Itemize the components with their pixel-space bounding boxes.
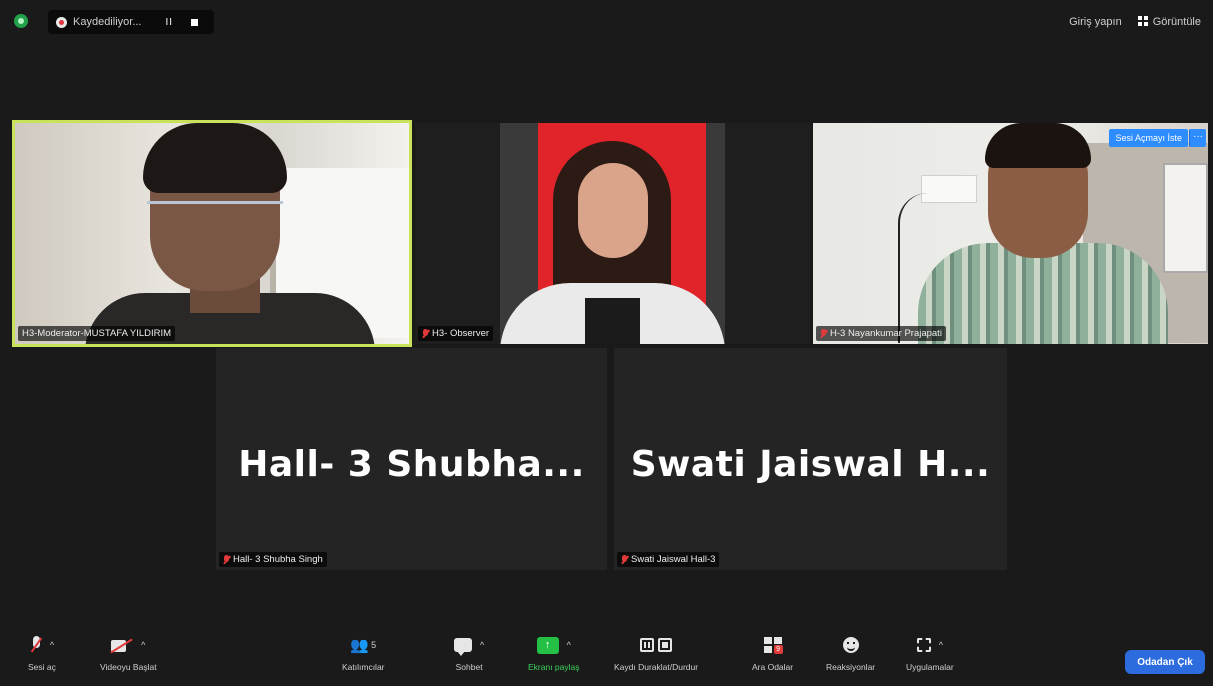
more-options-button[interactable]: ···: [1189, 129, 1206, 147]
chat-options-caret[interactable]: ^: [480, 640, 484, 650]
share-screen-button[interactable]: ↑ ^ Ekranı paylaş: [528, 634, 580, 672]
meeting-toolbar: ^ Sesi aç ^ Videoyu Başlat 👥 5 Katılımcıl…: [0, 630, 1213, 686]
ask-to-unmute-button[interactable]: Sesi Açmayı İste: [1109, 129, 1188, 147]
video-tile-observer[interactable]: H3- Observer: [415, 123, 810, 344]
reactions-label: Reaksiyonlar: [826, 662, 876, 672]
pause-icon: [640, 638, 655, 652]
participants-button[interactable]: 👥 5 Katılımcılar: [342, 634, 385, 672]
apps-options-caret[interactable]: ^: [939, 640, 943, 650]
audio-options-caret[interactable]: ^: [50, 640, 54, 650]
mic-muted-icon: [621, 554, 628, 565]
apps-label: Uygulamalar: [906, 662, 954, 672]
participant-name-tag: H-3 Nayankumar Prajapati: [816, 326, 946, 341]
apps-button[interactable]: ^ Uygulamalar: [906, 634, 954, 672]
record-icon: [56, 16, 67, 28]
mic-muted-icon: [422, 328, 429, 339]
view-label: Görüntüle: [1152, 16, 1201, 28]
participant-name-tag: Hall- 3 Shubha Singh: [219, 552, 327, 567]
share-screen-icon: ↑: [536, 636, 559, 654]
video-tile-shubha[interactable]: Hall- 3 Shubha... Hall- 3 Shubha Singh: [216, 348, 607, 570]
participant-name-tag: H3-Moderator-MUSTAFA YILDIRIM: [18, 326, 176, 341]
stop-recording-button[interactable]: [191, 18, 199, 26]
top-bar: Kaydediliyor... II Giriş yapın Görüntüle: [0, 0, 1213, 46]
participant-name-tag: Swati Jaiswal Hall-3: [617, 552, 720, 567]
recording-indicator: Kaydediliyor... II: [48, 10, 214, 34]
participant-name: H3-Moderator-MUSTAFA YILDIRIM: [22, 328, 172, 339]
mic-muted-icon: [223, 554, 230, 565]
record-control-label: Kaydı Duraklat/Durdur: [614, 662, 699, 672]
breakout-rooms-button[interactable]: Ara Odalar: [752, 634, 793, 672]
chat-button[interactable]: ^ Sohbet: [454, 634, 484, 672]
video-off-icon: [111, 638, 133, 653]
participant-name-tag: H3- Observer: [418, 326, 494, 341]
unmute-button[interactable]: ^ Sesi aç: [28, 634, 56, 672]
chat-label: Sohbet: [455, 662, 483, 672]
chat-icon: [454, 638, 472, 656]
sign-in-link[interactable]: Giriş yapın: [1069, 16, 1122, 28]
participants-count: 5: [371, 640, 377, 650]
participant-name: H3- Observer: [432, 328, 490, 339]
pause-recording-button[interactable]: II: [165, 17, 173, 28]
participants-icon: 👥: [350, 637, 370, 654]
unmute-label: Sesi aç: [28, 662, 56, 672]
participant-name: Hall- 3 Shubha Singh: [233, 554, 323, 565]
share-screen-label: Ekranı paylaş: [528, 662, 580, 672]
reactions-icon: [842, 637, 859, 653]
video-tile-moderator[interactable]: H3-Moderator-MUSTAFA YILDIRIM: [12, 120, 412, 347]
video-tile-swati[interactable]: Swati Jaiswal H... Swati Jaiswal Hall-3: [614, 348, 1007, 570]
security-shield-icon[interactable]: [14, 14, 28, 28]
breakout-rooms-label: Ara Odalar: [752, 662, 794, 672]
leave-room-button[interactable]: Odadan Çık: [1125, 650, 1205, 674]
participant-display-name: Swati Jaiswal H...: [630, 444, 991, 485]
video-options-caret[interactable]: ^: [141, 640, 145, 650]
participants-label: Katılımcılar: [342, 662, 385, 672]
participant-display-name: Hall- 3 Shubha...: [238, 444, 585, 485]
microphone-muted-icon: [30, 636, 42, 654]
view-button[interactable]: Görüntüle: [1137, 16, 1201, 28]
share-options-caret[interactable]: ^: [567, 640, 571, 650]
apps-icon: [916, 638, 931, 652]
reactions-button[interactable]: Reaksiyonlar: [826, 634, 875, 672]
participant-name: Swati Jaiswal Hall-3: [631, 554, 716, 565]
breakout-rooms-icon: [763, 637, 783, 654]
grid-view-icon: [1137, 16, 1148, 26]
stop-icon: [658, 638, 673, 652]
participant-name: H-3 Nayankumar Prajapati: [830, 328, 942, 339]
start-video-label: Videoyu Başlat: [100, 662, 157, 672]
video-tile-nayankumar[interactable]: Sesi Açmayı İste ··· H-3 Nayankumar Praj…: [813, 123, 1208, 344]
mic-muted-icon: [820, 328, 827, 339]
start-video-button[interactable]: ^ Videoyu Başlat: [100, 634, 157, 672]
recording-label: Kaydediliyor...: [73, 16, 142, 28]
pause-stop-recording-button[interactable]: Kaydı Duraklat/Durdur: [614, 634, 698, 672]
